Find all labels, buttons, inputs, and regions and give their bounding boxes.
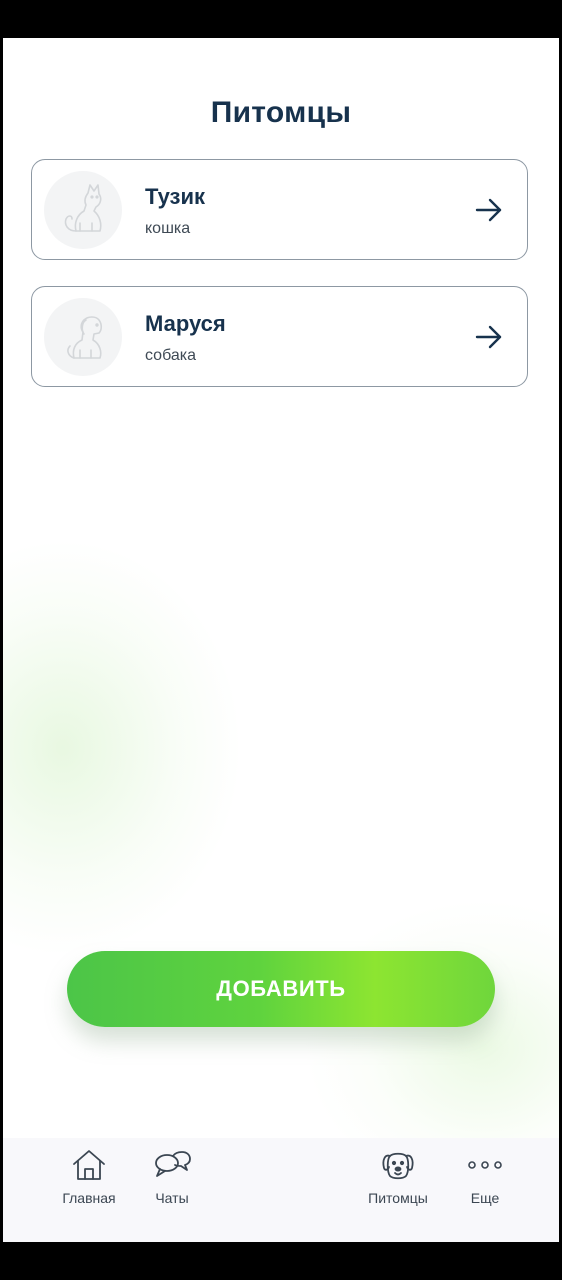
tab-pets[interactable]: Питомцы	[353, 1148, 443, 1206]
dog-face-icon	[382, 1152, 414, 1180]
background-glow	[3, 538, 243, 958]
pet-card-tuzik[interactable]: Тузик кошка	[31, 159, 528, 260]
pet-type: собака	[145, 347, 197, 364]
page-title: Питомцы	[210, 96, 352, 129]
add-pet-button-label: ДОБАВИТЬ	[216, 976, 346, 1001]
add-pet-button[interactable]: ДОБАВИТЬ	[67, 951, 495, 1027]
cat-icon	[64, 184, 102, 232]
tab-home-label: Главная	[62, 1190, 116, 1206]
pet-avatar	[44, 171, 122, 249]
tab-chats-label: Чаты	[155, 1190, 189, 1206]
tab-chats[interactable]: Чаты	[127, 1148, 217, 1206]
pet-type: кошка	[145, 220, 191, 237]
arrow-right-icon[interactable]	[475, 198, 503, 222]
tab-more[interactable]: Еще	[440, 1148, 530, 1206]
pet-avatar	[44, 298, 122, 376]
chat-icon	[155, 1151, 191, 1177]
pet-card-marusya[interactable]: Маруся собака	[31, 286, 528, 387]
arrow-right-icon[interactable]	[475, 325, 503, 349]
dog-icon	[67, 316, 103, 359]
bottom-tab-bar: Главная Чаты Питомцы Еще	[3, 1138, 559, 1242]
tab-pets-label: Питомцы	[368, 1190, 428, 1206]
screen: Питомцы Тузик кошка Маруся собака ДОБАВИ…	[3, 38, 559, 1242]
pet-name: Тузик	[145, 184, 206, 209]
home-icon	[73, 1150, 105, 1180]
tab-more-label: Еще	[470, 1190, 500, 1206]
tab-home[interactable]: Главная	[44, 1148, 134, 1206]
pet-name: Маруся	[145, 311, 226, 336]
more-icon	[468, 1161, 502, 1169]
